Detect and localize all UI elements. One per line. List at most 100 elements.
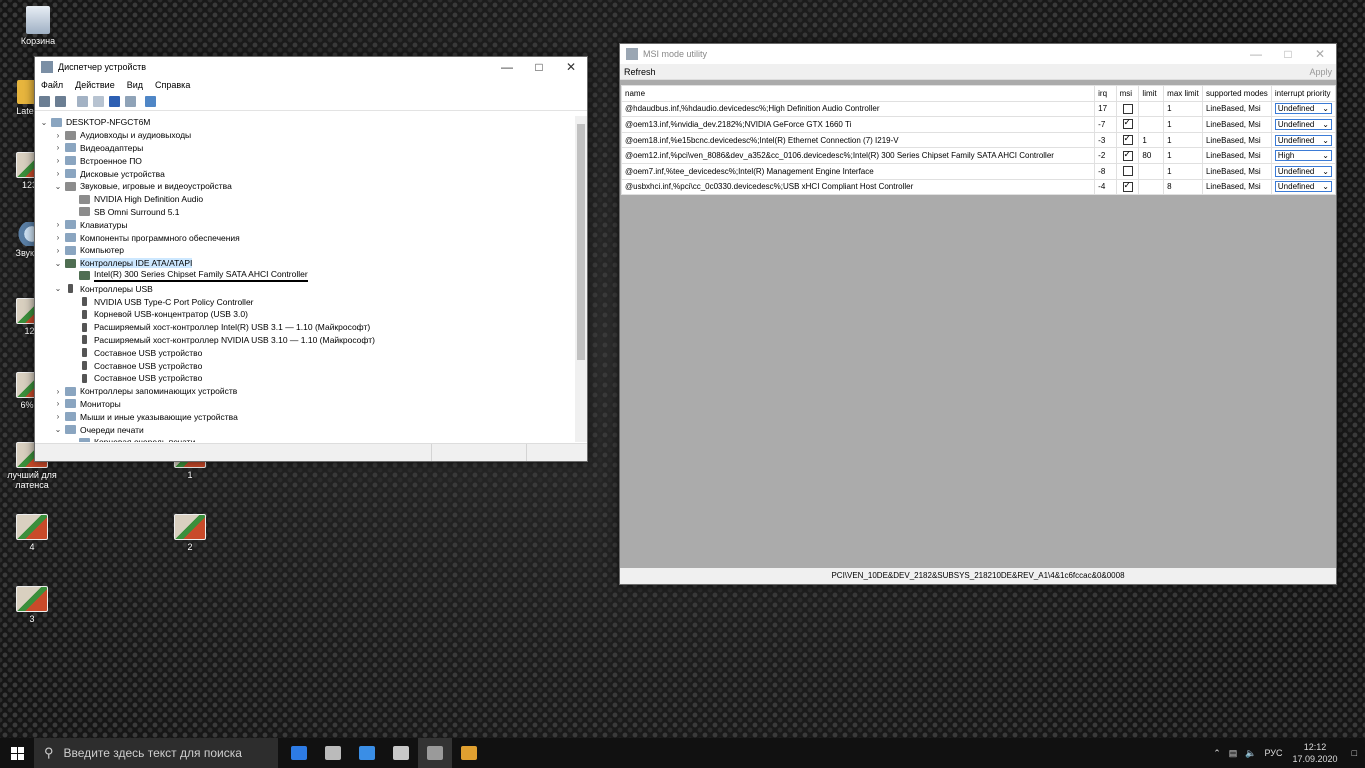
tree-device[interactable]: Корневой USB-концентратор (USB 3.0) — [35, 308, 575, 321]
taskbar-app-settings[interactable] — [316, 738, 350, 768]
interrupt-priority-cell[interactable]: Undefined ⌄ — [1270, 131, 1337, 149]
tree-device[interactable]: NVIDIA USB Type-C Port Policy Controller — [35, 295, 575, 308]
taskbar-app-browser[interactable] — [350, 738, 384, 768]
chevron-down-icon[interactable]: ⌄ — [53, 182, 63, 191]
msi-checkbox[interactable] — [1122, 180, 1133, 192]
notifications-icon[interactable]: □ — [1352, 748, 1357, 758]
tree-device[interactable]: Расширяемый хост-контроллер NVIDIA USB 3… — [35, 334, 575, 347]
tree-category[interactable]: › Видеоадаптеры — [35, 142, 575, 155]
msi-cell[interactable] — [1115, 116, 1140, 133]
tree-device[interactable]: Составное USB устройство — [35, 346, 575, 359]
language-indicator[interactable]: РУС — [1264, 748, 1282, 758]
limit-cell[interactable] — [1138, 162, 1165, 180]
apply-button[interactable]: Apply — [1309, 67, 1332, 77]
tree-category[interactable]: › Контроллеры запоминающих устройств — [35, 385, 575, 398]
tree-category[interactable]: › Компоненты программного обеспечения — [35, 231, 575, 244]
desktop-icon-app[interactable]: 3 — [4, 586, 60, 624]
interrupt-priority-cell[interactable]: Undefined ⌄ — [1270, 116, 1337, 133]
limit-cell[interactable]: 80 — [1138, 147, 1165, 164]
tree-category[interactable]: › Мыши и иные указывающие устройства — [35, 410, 575, 423]
chevron-down-icon[interactable]: ⌄ — [53, 284, 63, 293]
chevron-up-icon[interactable]: ⌃ — [1213, 748, 1221, 759]
chevron-right-icon[interactable]: › — [53, 246, 63, 255]
interrupt-priority-cell[interactable]: Undefined ⌄ — [1270, 162, 1337, 180]
tree-category[interactable]: › Клавиатуры — [35, 218, 575, 231]
menu-item-1[interactable]: Действие — [75, 80, 115, 90]
devmgr-titlebar[interactable]: Диспетчер устройств — □ ✕ — [35, 57, 587, 77]
tree-category[interactable]: › Мониторы — [35, 398, 575, 411]
column-header[interactable]: max limit — [1163, 85, 1203, 102]
interrupt-priority-cell[interactable]: Undefined ⌄ — [1270, 100, 1337, 118]
msi-titlebar[interactable]: MSI mode utility — □ ✕ — [620, 44, 1336, 64]
table-row[interactable]: @usbxhci.inf,%pci\cc_0c0330.devicedesc%;… — [620, 178, 1337, 196]
device-tree-scrollbar[interactable] — [575, 116, 587, 442]
chevron-down-icon[interactable]: ⌄ — [53, 259, 63, 268]
limit-cell[interactable] — [1138, 178, 1165, 196]
back-icon[interactable] — [39, 96, 50, 107]
priority-dropdown[interactable]: Undefined ⌄ — [1274, 134, 1332, 146]
menu-item-3[interactable]: Справка — [155, 80, 190, 90]
priority-dropdown[interactable]: High ⌄ — [1274, 150, 1332, 162]
taskbar-search[interactable]: ⚲ Введите здесь текст для поиска — [34, 738, 278, 768]
table-row[interactable]: @oem13.inf,%nvidia_dev.2182%;NVIDIA GeFo… — [620, 116, 1337, 133]
forward-icon[interactable] — [55, 96, 66, 107]
interrupt-priority-cell[interactable]: Undefined ⌄ — [1270, 178, 1337, 196]
chevron-right-icon[interactable]: › — [53, 131, 63, 140]
taskbar-app-task-view[interactable] — [282, 738, 316, 768]
tree-category[interactable]: › Аудиовходы и аудиовыходы — [35, 129, 575, 142]
priority-dropdown[interactable]: Undefined ⌄ — [1274, 118, 1332, 130]
chevron-right-icon[interactable]: › — [53, 220, 63, 229]
chevron-down-icon[interactable]: ⌄ — [53, 425, 63, 434]
interrupt-priority-cell[interactable]: High ⌄ — [1270, 147, 1337, 164]
msi-checkbox[interactable] — [1122, 149, 1133, 161]
tree-device[interactable]: Составное USB устройство — [35, 359, 575, 372]
view-icon[interactable] — [125, 96, 136, 107]
tree-device[interactable]: NVIDIA High Definition Audio — [35, 193, 575, 206]
menu-item-0[interactable]: Файл — [41, 80, 63, 90]
column-header[interactable]: supported modes — [1201, 85, 1272, 102]
table-row[interactable]: @hdaudbus.inf,%hdaudio.devicedesc%;High … — [620, 100, 1337, 118]
tree-category[interactable]: ⌄ DESKTOP-NFGCT6M — [35, 116, 575, 129]
start-button[interactable] — [0, 746, 34, 760]
tree-category[interactable]: ⌄ Звуковые, игровые и видеоустройства — [35, 180, 575, 193]
priority-dropdown[interactable]: Undefined ⌄ — [1274, 165, 1332, 177]
close-button[interactable]: ✕ — [1304, 44, 1336, 64]
msi-cell[interactable] — [1115, 100, 1140, 118]
chevron-right-icon[interactable]: › — [53, 399, 63, 408]
clock[interactable]: 12:12 17.09.2020 — [1293, 741, 1338, 765]
tree-category[interactable]: › Встроенное ПО — [35, 154, 575, 167]
chevron-down-icon[interactable]: ⌄ — [39, 118, 49, 127]
tree-category[interactable]: ⌄ Очереди печати — [35, 423, 575, 436]
tree-device[interactable]: Составное USB устройство — [35, 372, 575, 385]
tree-device[interactable]: SB Omni Surround 5.1 — [35, 206, 575, 219]
msi-cell[interactable] — [1115, 162, 1140, 180]
msi-cell[interactable] — [1115, 147, 1140, 164]
minimize-button[interactable]: — — [491, 57, 523, 77]
properties-icon[interactable] — [77, 96, 88, 107]
tree-device[interactable]: Расширяемый хост-контроллер Intel(R) USB… — [35, 321, 575, 334]
limit-cell[interactable]: 1 — [1138, 131, 1165, 149]
refresh-button[interactable]: Refresh — [624, 67, 656, 77]
taskbar-app-app-c[interactable] — [452, 738, 486, 768]
limit-cell[interactable] — [1138, 116, 1165, 133]
priority-dropdown[interactable]: Undefined ⌄ — [1274, 181, 1332, 193]
priority-dropdown[interactable]: Undefined ⌄ — [1274, 103, 1332, 115]
column-header[interactable]: interrupt priority — [1270, 85, 1337, 102]
table-row[interactable]: @oem12.inf,%pci\ven_8086&dev_a352&cc_010… — [620, 147, 1337, 164]
tree-category[interactable]: ⌄ Контроллеры IDE ATA/ATAPI — [35, 257, 575, 270]
table-row[interactable]: @oem18.inf,%e15bcnc.devicedesc%;Intel(R)… — [620, 131, 1337, 149]
msi-checkbox[interactable] — [1122, 133, 1133, 146]
tree-device[interactable]: Intel(R) 300 Series Chipset Family SATA … — [35, 269, 575, 283]
chevron-right-icon[interactable]: › — [53, 169, 63, 178]
desktop-icon-app[interactable]: 2 — [162, 514, 218, 552]
chevron-right-icon[interactable]: › — [53, 233, 63, 242]
msi-checkbox[interactable] — [1122, 103, 1133, 114]
taskbar-app-app-b[interactable] — [418, 738, 452, 768]
chevron-right-icon[interactable]: › — [53, 387, 63, 396]
tree-category[interactable]: › Компьютер — [35, 244, 575, 257]
maximize-button[interactable]: □ — [523, 57, 555, 77]
table-row[interactable]: @oem7.inf,%tee_devicedesc%;Intel(R) Mana… — [620, 162, 1337, 180]
scan-hardware-icon[interactable] — [145, 96, 156, 107]
tree-category[interactable]: › Дисковые устройства — [35, 167, 575, 180]
desktop-icon-recycle-bin[interactable]: Корзина — [10, 6, 66, 46]
